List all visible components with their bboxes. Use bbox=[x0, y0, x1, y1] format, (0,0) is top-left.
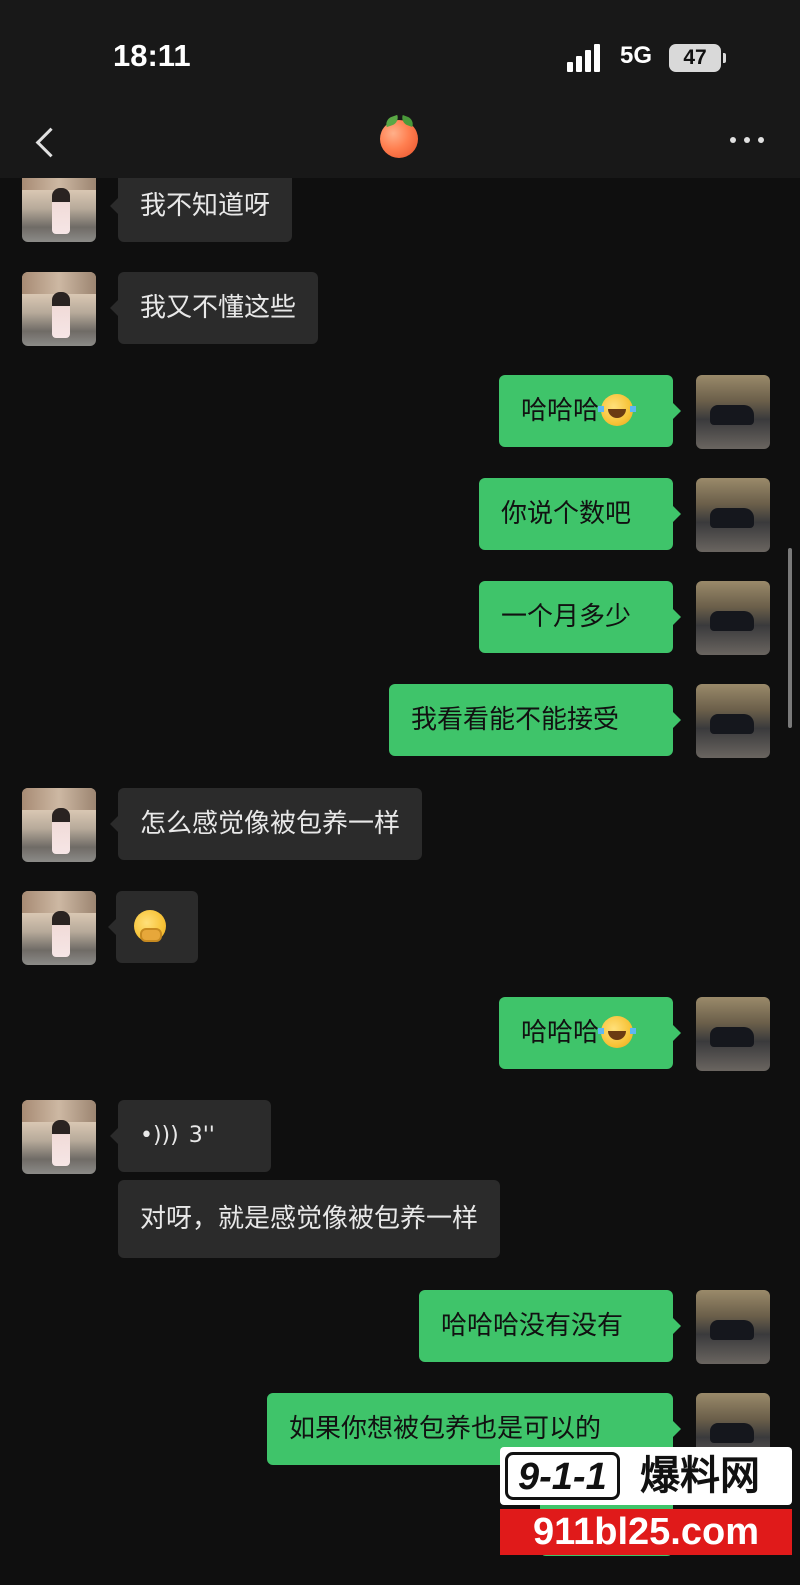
message-text: 哈哈哈 bbox=[521, 1018, 600, 1048]
message-text: 哈哈哈 bbox=[521, 396, 600, 426]
status-bar: 18:11 5G 47 bbox=[0, 0, 800, 110]
watermark: 9-1-1 爆料网 911bl25.com bbox=[500, 1447, 792, 1559]
chat-header bbox=[0, 110, 800, 178]
my-avatar[interactable] bbox=[696, 375, 770, 449]
contact-avatar[interactable] bbox=[22, 272, 96, 346]
message-list[interactable]: 我不知道呀 我又不懂这些 哈哈哈 你说个数吧 一个月多少 我看看能不能接受 怎么… bbox=[0, 178, 800, 1585]
contact-avatar[interactable] bbox=[22, 1100, 96, 1174]
signal-icon bbox=[567, 44, 607, 72]
laughing-emoji-icon bbox=[598, 1015, 637, 1048]
outgoing-message[interactable]: 哈哈哈 bbox=[499, 375, 681, 447]
watermark-logo: 9-1-1 bbox=[505, 1452, 620, 1500]
outgoing-message[interactable]: 哈哈哈 bbox=[499, 997, 681, 1069]
my-avatar[interactable] bbox=[696, 684, 770, 758]
incoming-message[interactable]: 我不知道呀 bbox=[109, 178, 293, 242]
voice-message[interactable]: •))) 3'' bbox=[110, 1100, 271, 1172]
peach-emoji-title bbox=[380, 120, 418, 158]
contact-avatar[interactable] bbox=[22, 788, 96, 862]
voice-duration: 3'' bbox=[188, 1123, 215, 1148]
watermark-name: 爆料网 bbox=[640, 1453, 760, 1499]
network-type: 5G bbox=[620, 42, 653, 69]
status-time: 18:11 bbox=[113, 38, 191, 73]
incoming-message[interactable] bbox=[108, 891, 198, 963]
watermark-url: 911bl25.com bbox=[500, 1509, 792, 1555]
my-avatar[interactable] bbox=[696, 1290, 770, 1364]
incoming-message[interactable]: 怎么感觉像被包养一样 bbox=[109, 788, 423, 860]
more-dots-icon[interactable] bbox=[730, 134, 766, 146]
my-avatar[interactable] bbox=[696, 581, 770, 655]
outgoing-message[interactable]: 你说个数吧 bbox=[479, 478, 681, 550]
contact-avatar[interactable] bbox=[22, 891, 96, 965]
outgoing-message[interactable]: 我看看能不能接受 bbox=[389, 684, 681, 756]
thinking-emoji-icon bbox=[134, 909, 166, 942]
my-avatar[interactable] bbox=[696, 997, 770, 1071]
incoming-message[interactable]: 我又不懂这些 bbox=[109, 272, 319, 344]
laughing-emoji-icon bbox=[598, 393, 637, 426]
outgoing-message[interactable]: 哈哈哈没有没有 bbox=[419, 1290, 681, 1362]
outgoing-message[interactable]: 一个月多少 bbox=[479, 581, 681, 653]
contact-avatar[interactable] bbox=[22, 178, 96, 242]
chevron-left-icon[interactable] bbox=[28, 120, 68, 164]
watermark-banner: 9-1-1 爆料网 bbox=[500, 1447, 792, 1505]
voice-transcript[interactable]: 对呀，就是感觉像被包养一样 bbox=[118, 1180, 501, 1258]
my-avatar[interactable] bbox=[696, 478, 770, 552]
scrollbar[interactable] bbox=[788, 548, 792, 728]
battery-icon: 47 bbox=[669, 44, 726, 72]
voice-wave-icon: •))) bbox=[140, 1123, 179, 1148]
